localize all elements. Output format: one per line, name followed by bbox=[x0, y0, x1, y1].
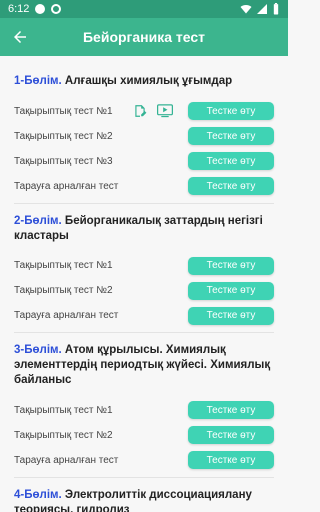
sync-icon bbox=[51, 4, 62, 14]
video-play-icon[interactable] bbox=[156, 104, 173, 118]
wifi-icon bbox=[240, 5, 252, 14]
start-test-button[interactable]: Тестке өту bbox=[188, 256, 274, 275]
test-label: Тарауға арналған тест bbox=[14, 180, 119, 192]
section-divider bbox=[14, 202, 274, 204]
edit-note-icon[interactable] bbox=[133, 104, 147, 118]
section-number: 1-Бөлім. bbox=[14, 75, 62, 87]
test-label: Тарауға арналған тест bbox=[14, 454, 119, 466]
test-label: Тақырыптық тест №2 bbox=[14, 285, 113, 297]
start-test-button[interactable]: Тестке өту bbox=[188, 281, 274, 300]
test-label: Тақырыптық тест №2 bbox=[14, 429, 113, 441]
start-test-button[interactable]: Тестке өту bbox=[188, 152, 274, 171]
page-title: Бейорганика тест bbox=[82, 29, 206, 45]
back-button[interactable] bbox=[0, 18, 40, 56]
list-item: Тақырыптық тест №1 Тестке өту bbox=[14, 254, 274, 279]
list-item: Тақырыптық тест №1 Тестке өту bbox=[14, 398, 274, 423]
test-label: Тарауға арналған тест bbox=[14, 310, 119, 322]
arrow-back-icon bbox=[14, 31, 26, 43]
section-number: 4-Бөлім. bbox=[14, 488, 62, 501]
list-item: Тақырыптық тест №2 Тестке өту bbox=[14, 124, 274, 149]
status-bar: 6:12 bbox=[0, 0, 288, 18]
test-label: Тақырыптық тест №2 bbox=[14, 130, 113, 142]
battery-icon bbox=[273, 3, 279, 15]
section-number: 3-Бөлім. bbox=[14, 344, 62, 356]
start-test-button[interactable]: Тестке өту bbox=[188, 426, 274, 445]
test-label: Тақырыптық тест №1 bbox=[14, 105, 113, 117]
test-list: 1-Бөлім. Алғашқы химиялық ұғымдар Тақыры… bbox=[0, 56, 288, 512]
notification-icon bbox=[35, 4, 46, 14]
section-title: 1-Бөлім. Алғашқы химиялық ұғымдар bbox=[14, 74, 274, 89]
list-item: Тарауға арналған тест Тестке өту bbox=[14, 174, 274, 199]
section-title: 4-Бөлім. Электролиттік диссоциациялану т… bbox=[14, 488, 274, 512]
list-item: Тақырыптық тест №2 Тестке өту bbox=[14, 279, 274, 304]
list-item: Тарауға арналған тест Тестке өту bbox=[14, 304, 274, 329]
list-item: Тақырыптық тест №2 Тестке өту bbox=[14, 423, 274, 448]
start-test-button[interactable]: Тестке өту bbox=[188, 451, 274, 470]
test-label: Тақырыптық тест №1 bbox=[14, 260, 113, 272]
list-item: Тақырыптық тест №3 Тестке өту bbox=[14, 149, 274, 174]
list-item: Тарауға арналған тест Тестке өту bbox=[14, 448, 274, 473]
signal-icon bbox=[257, 4, 267, 14]
list-item: Тақырыптық тест №1 Тестке өту bbox=[14, 99, 274, 124]
section-title: 3-Бөлім. Атом құрылысы. Химиялық элемент… bbox=[14, 343, 274, 388]
section-divider bbox=[14, 476, 274, 478]
test-label: Тақырыптық тест №3 bbox=[14, 155, 113, 167]
section-title: 2-Бөлім. Бейорганикалық заттардың негізг… bbox=[14, 214, 274, 244]
start-test-button[interactable]: Тестке өту bbox=[188, 102, 274, 121]
start-test-button[interactable]: Тестке өту bbox=[188, 401, 274, 420]
section-name: Алғашқы химиялық ұғымдар bbox=[64, 75, 233, 87]
section-number: 2-Бөлім. bbox=[14, 214, 62, 227]
status-time: 6:12 bbox=[8, 3, 30, 15]
start-test-button[interactable]: Тестке өту bbox=[188, 306, 274, 325]
test-label: Тақырыптық тест №1 bbox=[14, 404, 113, 416]
start-test-button[interactable]: Тестке өту bbox=[188, 127, 274, 146]
start-test-button[interactable]: Тестке өту bbox=[188, 177, 274, 196]
app-bar: Бейорганика тест bbox=[0, 18, 288, 56]
section-divider bbox=[14, 332, 274, 333]
